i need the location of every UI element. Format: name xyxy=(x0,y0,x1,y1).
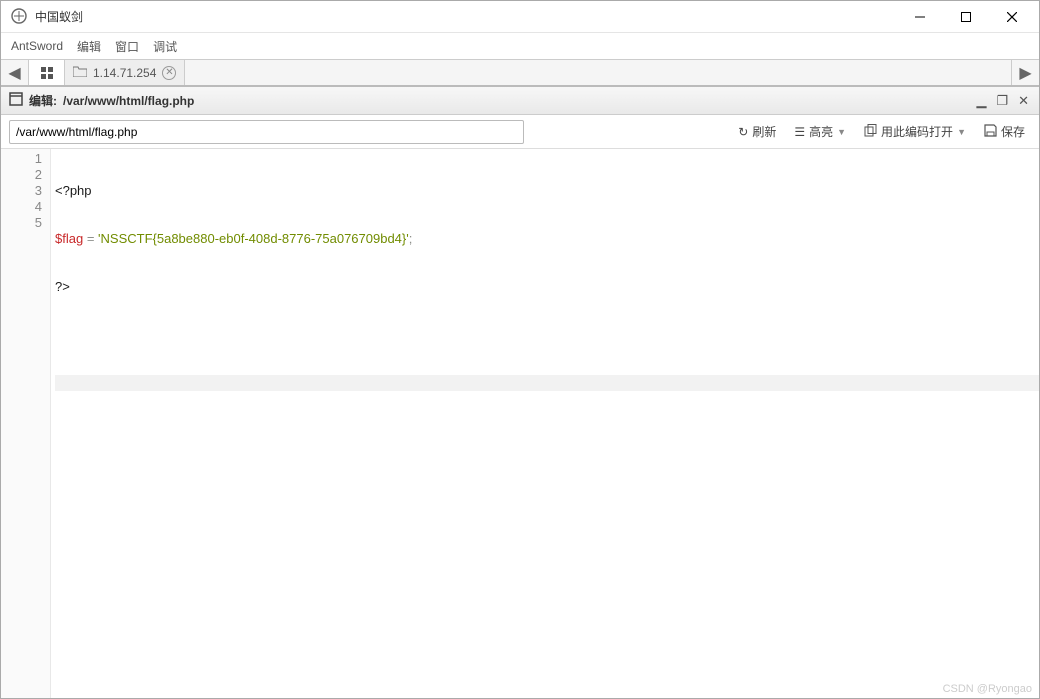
line-number: 1 xyxy=(1,151,42,167)
chevron-down-icon: ▼ xyxy=(837,127,846,137)
path-input[interactable] xyxy=(9,120,524,144)
tab-label: 1.14.71.254 xyxy=(93,66,156,80)
code-token: = xyxy=(83,231,98,246)
code-editor[interactable]: 1 2 3 4 5 <?php $flag = 'NSSCTF{5a8be880… xyxy=(1,149,1039,698)
edit-path: /var/www/html/flag.php xyxy=(63,94,194,108)
tab-close-icon[interactable]: ✕ xyxy=(162,66,176,80)
app-icon xyxy=(11,8,29,26)
maximize-button[interactable] xyxy=(943,2,989,32)
chevron-down-icon: ▼ xyxy=(957,127,966,137)
app-window: 中国蚁剑 AntSword 编辑 窗口 调试 ◀ 1.14.71.254 ✕ ▶ xyxy=(0,0,1040,699)
copy-icon xyxy=(864,124,877,140)
tab-host[interactable]: 1.14.71.254 ✕ xyxy=(65,60,185,85)
gutter: 1 2 3 4 5 xyxy=(1,149,51,698)
folder-icon xyxy=(73,65,87,80)
line-number: 4 xyxy=(1,199,42,215)
menu-antsword[interactable]: AntSword xyxy=(11,39,63,53)
editor-header: 编辑: /var/www/html/flag.php ▁ ❐ ✕ xyxy=(1,87,1039,115)
menubar: AntSword 编辑 窗口 调试 xyxy=(1,33,1039,59)
list-icon: ☰ xyxy=(794,125,805,139)
highlight-button[interactable]: ☰ 高亮 ▼ xyxy=(788,120,852,143)
scrollbar[interactable] xyxy=(1027,149,1039,698)
line-number: 3 xyxy=(1,183,42,199)
code-token: 'NSSCTF{5a8be880-eb0f-408d-8776-75a07670… xyxy=(98,231,409,246)
menu-edit[interactable]: 编辑 xyxy=(77,38,101,55)
editor-toolbar: ↻ 刷新 ☰ 高亮 ▼ 用此编码打开 ▼ 保存 xyxy=(1,115,1039,149)
code-token: <?php xyxy=(55,183,92,198)
line-number: 2 xyxy=(1,167,42,183)
refresh-icon: ↻ xyxy=(738,125,748,139)
watermark: CSDN @Ryongao xyxy=(943,683,1032,695)
line-number: 5 xyxy=(1,215,42,231)
tabbar: ◀ 1.14.71.254 ✕ ▶ xyxy=(1,59,1039,87)
save-button[interactable]: 保存 xyxy=(978,120,1031,143)
minimize-button[interactable] xyxy=(897,2,943,32)
file-icon xyxy=(9,92,23,109)
panel-close-button[interactable]: ✕ xyxy=(1016,93,1031,109)
edit-prefix: 编辑: xyxy=(29,92,57,109)
tab-prev-button[interactable]: ◀ xyxy=(1,60,29,85)
close-button[interactable] xyxy=(989,2,1035,32)
panel-maximize-button[interactable]: ❐ xyxy=(994,93,1010,109)
open-with-encoding-button[interactable]: 用此编码打开 ▼ xyxy=(858,120,972,143)
refresh-button[interactable]: ↻ 刷新 xyxy=(732,120,782,143)
menu-debug[interactable]: 调试 xyxy=(153,38,177,55)
code-token: ?> xyxy=(55,279,70,294)
tab-next-button[interactable]: ▶ xyxy=(1011,60,1039,85)
tab-grid-button[interactable] xyxy=(29,60,65,85)
save-icon xyxy=(984,124,997,140)
code-token: $flag xyxy=(55,231,83,246)
code-token: ; xyxy=(409,231,413,246)
panel-minimize-button[interactable]: ▁ xyxy=(974,93,988,109)
titlebar: 中国蚁剑 xyxy=(1,1,1039,33)
window-title: 中国蚁剑 xyxy=(35,8,897,25)
menu-window[interactable]: 窗口 xyxy=(115,38,139,55)
code-area[interactable]: <?php $flag = 'NSSCTF{5a8be880-eb0f-408d… xyxy=(51,149,1039,698)
